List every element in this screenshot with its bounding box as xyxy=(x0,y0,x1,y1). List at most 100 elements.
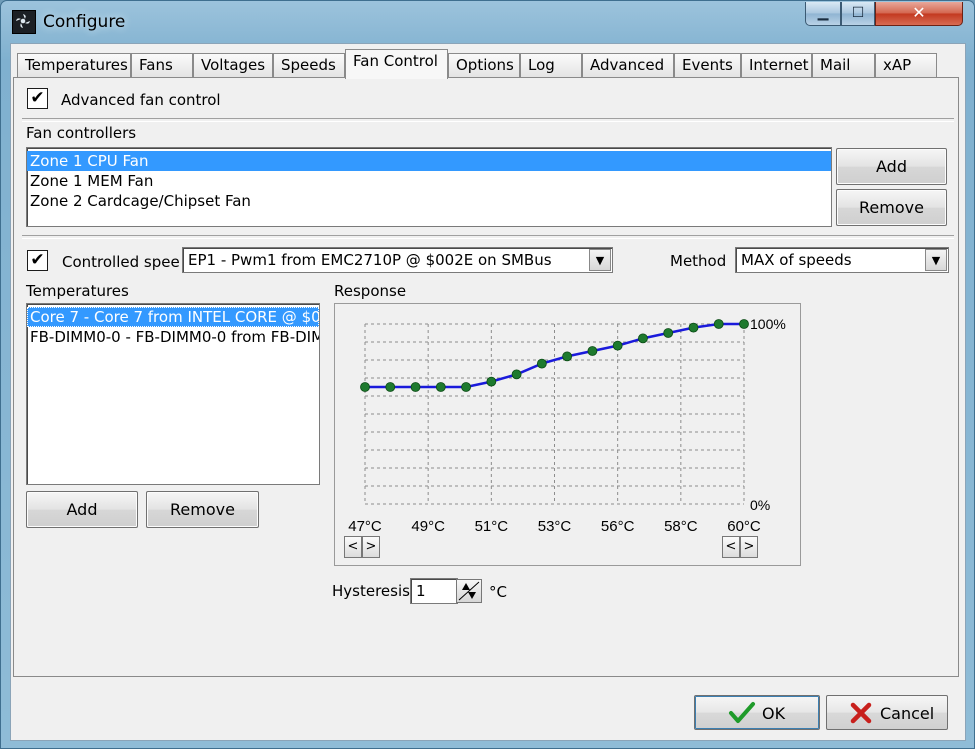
cancel-label: Cancel xyxy=(880,704,935,723)
maximize-icon: ☐ xyxy=(851,5,865,21)
tab-speeds[interactable]: Speeds xyxy=(273,53,345,77)
x-tick-label: 47°C xyxy=(348,518,382,535)
app-fan-icon xyxy=(12,10,36,34)
response-point[interactable] xyxy=(410,382,421,392)
chevron-left-icon: < xyxy=(347,539,359,554)
divider xyxy=(22,118,954,122)
cancel-button[interactable]: Cancel xyxy=(826,695,948,730)
response-point[interactable] xyxy=(435,382,446,392)
hysteresis-field[interactable]: 1 xyxy=(410,578,458,604)
tab-xap[interactable]: xAP xyxy=(875,53,937,77)
x-tick-label: 49°C xyxy=(411,518,445,535)
chevron-right-icon: > xyxy=(743,539,755,554)
response-point[interactable] xyxy=(713,319,724,329)
remove-controller-button[interactable]: Remove xyxy=(836,189,947,226)
response-chart-box: 100% 0% 47°C 49°C 51°C 53°C 56°C 58°C 60°C < > <… xyxy=(334,303,801,566)
response-point[interactable] xyxy=(587,346,598,356)
temperatures-list[interactable]: Core 7 - Core 7 from INTEL CORE @ $0 FB-… xyxy=(26,303,320,485)
fan-controllers-list[interactable]: Zone 1 CPU Fan Zone 1 MEM Fan Zone 2 Car… xyxy=(26,147,832,227)
chevron-down-icon[interactable]: ▼ xyxy=(925,249,947,271)
response-point[interactable] xyxy=(461,382,471,392)
tab-fan-control[interactable]: Fan Control xyxy=(345,49,448,79)
divider xyxy=(22,235,954,239)
fan-control-panel: ✔ Advanced fan control Fan controllers Z… xyxy=(13,77,959,677)
response-point[interactable] xyxy=(385,382,396,392)
y-tick-label: 0% xyxy=(750,497,770,513)
tab-options[interactable]: Options xyxy=(448,53,520,77)
y-tick-label: 100% xyxy=(750,316,786,332)
response-point[interactable] xyxy=(486,376,497,387)
tab-mail[interactable]: Mail xyxy=(812,53,875,77)
minimize-button[interactable]: ▁ xyxy=(805,2,841,26)
x-tick-label: 60°C xyxy=(727,518,761,535)
close-icon xyxy=(850,702,872,724)
response-point[interactable] xyxy=(511,369,522,380)
ok-label: OK xyxy=(762,704,786,723)
right-scroll-left-button[interactable]: < xyxy=(722,536,740,558)
x-tick-label: 56°C xyxy=(601,518,635,535)
tab-internet[interactable]: Internet xyxy=(741,53,812,77)
advanced-fan-control-checkbox[interactable]: ✔ xyxy=(27,88,48,109)
remove-temperature-button[interactable]: Remove xyxy=(146,491,259,528)
right-scroll-right-button[interactable]: > xyxy=(740,536,758,558)
hysteresis-value: 1 xyxy=(416,582,426,600)
x-tick-label: 53°C xyxy=(538,518,572,535)
window-title: Configure xyxy=(43,12,126,32)
fan-controllers-label: Fan controllers xyxy=(26,124,137,142)
check-icon: ✔ xyxy=(30,250,45,270)
add-temperature-button[interactable]: Add xyxy=(26,491,138,528)
tab-advanced[interactable]: Advanced xyxy=(582,53,674,77)
response-point[interactable] xyxy=(638,333,648,344)
list-item[interactable]: Core 7 - Core 7 from INTEL CORE @ $0 xyxy=(27,307,319,327)
response-point[interactable] xyxy=(612,340,623,351)
hysteresis-stepper[interactable] xyxy=(456,579,482,603)
left-scroll-right-button[interactable]: > xyxy=(362,536,380,558)
hysteresis-label: Hysteresis xyxy=(332,582,410,600)
tab-temperatures[interactable]: Temperatures xyxy=(17,53,131,77)
advanced-fan-control-label: Advanced fan control xyxy=(61,91,221,109)
list-item[interactable]: Zone 1 CPU Fan xyxy=(27,151,831,171)
response-point[interactable] xyxy=(562,351,573,362)
controlled-speed-checkbox[interactable]: ✔ xyxy=(27,250,48,271)
list-item[interactable]: FB-DIMM0-0 - FB-DIMM0-0 from FB-DIM xyxy=(27,327,319,347)
up-down-arrow-icon xyxy=(458,581,480,601)
response-point[interactable] xyxy=(663,328,674,338)
method-value: MAX of speeds xyxy=(741,251,852,269)
tab-log[interactable]: Log xyxy=(520,53,582,77)
close-button[interactable]: ✕ xyxy=(875,2,963,26)
x-tick-label: 58°C xyxy=(664,518,698,535)
response-point[interactable] xyxy=(688,322,699,333)
tab-voltages[interactable]: Voltages xyxy=(193,53,273,77)
speed-source-value: EP1 - Pwm1 from EMC2710P @ $002E on SMBu… xyxy=(188,251,552,269)
tab-fans[interactable]: Fans xyxy=(131,53,193,77)
list-item[interactable]: Zone 1 MEM Fan xyxy=(27,171,831,191)
check-icon xyxy=(729,702,755,723)
method-dropdown[interactable]: MAX of speeds ▼ xyxy=(735,247,949,273)
check-icon: ✔ xyxy=(30,88,45,108)
title-bar[interactable]: Configure ▁ ☐ ✕ xyxy=(1,1,974,43)
tab-events[interactable]: Events xyxy=(674,53,741,77)
speed-source-dropdown[interactable]: EP1 - Pwm1 from EMC2710P @ $002E on SMBu… xyxy=(182,247,613,273)
chevron-down-icon[interactable]: ▼ xyxy=(589,249,611,271)
x-tick-label: 51°C xyxy=(475,518,509,535)
response-chart[interactable]: 100% 0% 47°C 49°C 51°C 53°C 56°C 58°C 60°C xyxy=(335,304,800,565)
minimize-icon: ▁ xyxy=(817,5,829,21)
response-point[interactable] xyxy=(360,382,370,392)
dialog-client-area: Temperatures Fans Voltages Speeds Fan Co… xyxy=(10,43,966,741)
maximize-button[interactable]: ☐ xyxy=(841,2,875,26)
dialog-button-bar: OK Cancel xyxy=(11,678,965,740)
response-point[interactable] xyxy=(739,319,749,329)
method-label: Method xyxy=(670,252,727,270)
temperatures-label: Temperatures xyxy=(26,282,129,300)
left-scroll-left-button[interactable]: < xyxy=(344,536,362,558)
chevron-left-icon: < xyxy=(725,539,737,554)
hysteresis-unit: °C xyxy=(489,583,507,601)
list-item[interactable]: Zone 2 Cardcage/Chipset Fan xyxy=(27,191,831,211)
configure-window: Configure ▁ ☐ ✕ Temperatures Fans Voltag… xyxy=(0,0,975,749)
chevron-right-icon: > xyxy=(365,539,377,554)
add-controller-button[interactable]: Add xyxy=(836,148,947,185)
response-point[interactable] xyxy=(536,358,547,369)
ok-button[interactable]: OK xyxy=(694,695,820,730)
controlled-speed-label: Controlled spee xyxy=(62,253,180,271)
close-icon: ✕ xyxy=(912,3,926,22)
